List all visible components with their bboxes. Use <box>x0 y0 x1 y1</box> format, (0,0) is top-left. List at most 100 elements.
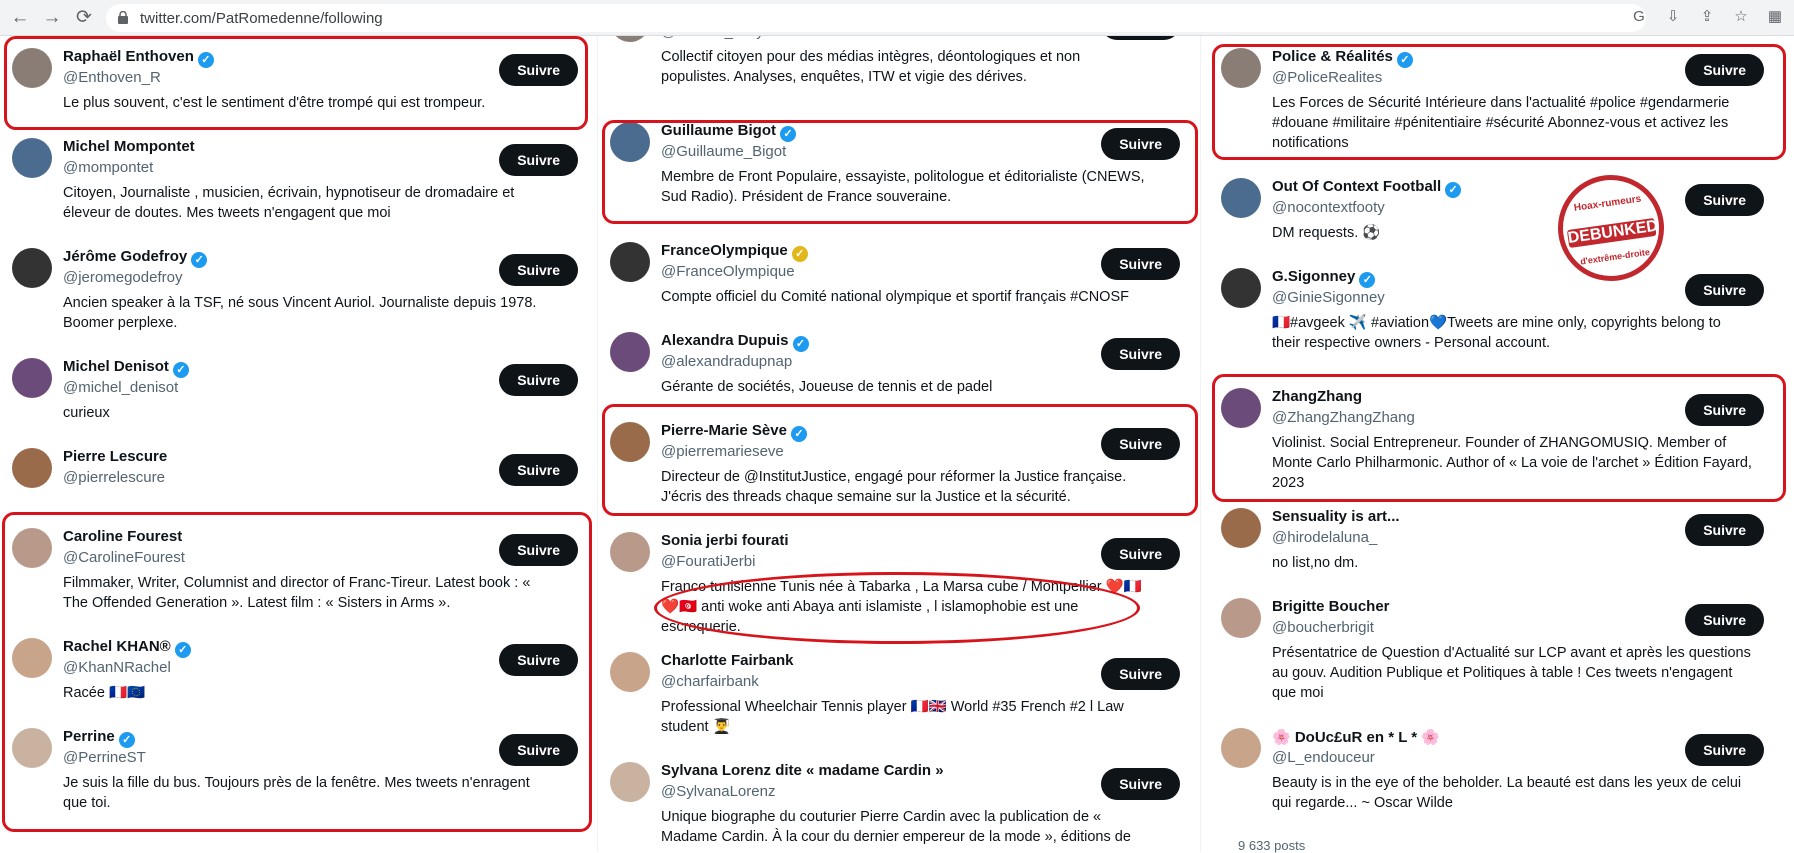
user-name[interactable]: Out Of Context Football ✓ <box>1272 178 1462 198</box>
verified-badge-icon: ✓ <box>191 252 208 268</box>
user-handle[interactable]: @jeromegodefroy <box>63 269 182 286</box>
user-name[interactable]: Pierre Lescure <box>63 448 167 465</box>
follow-button[interactable]: Suivre <box>1101 36 1180 40</box>
bio-line: Madame Cardin. À la cour du dernier empe… <box>661 829 1131 845</box>
user-handle[interactable]: @charfairbank <box>661 673 759 690</box>
user-handle[interactable]: @nocontextfooty <box>1272 199 1385 216</box>
bio-line: no list,no dm. <box>1272 555 1359 571</box>
user-handle[interactable]: @FranceOlympique <box>661 263 795 280</box>
user-name-text: Jérôme Godefroy <box>63 248 188 265</box>
user-handle[interactable]: @mompontet <box>63 159 153 176</box>
user-name[interactable]: Brigitte Boucher <box>1272 598 1390 615</box>
user-handle[interactable]: @L_endouceur <box>1272 749 1375 766</box>
avatar[interactable] <box>1221 508 1261 548</box>
user-name-text: 🌸 DoUc£uR en * L * 🌸 <box>1272 729 1440 746</box>
forward-button[interactable]: → <box>40 6 64 30</box>
highlight-box <box>602 404 1198 516</box>
bio-line: Beauty is in the eye of the beholder. La… <box>1272 775 1742 791</box>
user-name-text: Michel Mompontet <box>63 138 195 155</box>
follow-button[interactable]: Suivre <box>1685 604 1764 636</box>
user-handle[interactable]: @hirodelaluna_ <box>1272 529 1377 546</box>
back-button[interactable]: ← <box>8 6 32 30</box>
user-handle[interactable]: @michel_denisot <box>63 379 178 396</box>
download-icon[interactable]: ⇩ <box>1662 6 1684 28</box>
follow-button[interactable]: Suivre <box>499 254 578 286</box>
avatar[interactable] <box>1221 728 1261 768</box>
user-handle[interactable]: @SylvanaLorenz <box>661 783 775 800</box>
user-name[interactable]: Michel Mompontet <box>63 138 195 155</box>
user-cell[interactable]: Charlotte Fairbank @charfairbank Professio… <box>598 640 1198 750</box>
star-icon[interactable]: ☆ <box>1730 6 1752 28</box>
user-name[interactable]: Sylvana Lorenz dite « madame Cardin » <box>661 762 944 779</box>
user-bio: Unique biographe du couturier Pierre Car… <box>661 807 1131 847</box>
avatar[interactable] <box>610 652 650 692</box>
user-name[interactable]: G.Sigonney ✓ <box>1272 268 1376 288</box>
avatar[interactable] <box>610 332 650 372</box>
verified-badge-icon: ✓ <box>172 362 189 378</box>
user-bio: 🇫🇷#avgeek ✈️ #aviation💙Tweets are mine o… <box>1272 313 1721 353</box>
avatar[interactable] <box>1221 178 1261 218</box>
follow-button[interactable]: Suivre <box>1685 514 1764 546</box>
follow-button[interactable]: Suivre <box>1685 734 1764 766</box>
user-handle[interactable]: @medias_citoyens <box>661 36 788 40</box>
follow-button[interactable]: Suivre <box>1101 658 1180 690</box>
user-cell[interactable]: Michel Mompontet @mompontet Citoyen, Journ… <box>0 126 596 236</box>
follow-button[interactable]: Suivre <box>1685 274 1764 306</box>
user-handle[interactable]: @pierrelescure <box>63 469 165 486</box>
avatar[interactable] <box>12 358 52 398</box>
reload-button[interactable]: ⟳ <box>72 6 96 30</box>
avatar[interactable] <box>12 138 52 178</box>
avatar[interactable] <box>1221 598 1261 638</box>
avatar[interactable] <box>12 248 52 288</box>
user-handle[interactable]: @alexandradupnap <box>661 353 792 370</box>
stamp-top-text: Hoax-rumeurs <box>1573 193 1642 214</box>
user-name[interactable]: FranceOlympique ✓ <box>661 242 808 262</box>
avatar[interactable] <box>610 762 650 802</box>
follow-button[interactable]: Suivre <box>1685 184 1764 216</box>
follow-button[interactable]: Suivre <box>1101 248 1180 280</box>
bio-line: Présentatrice de Question d'Actualité su… <box>1272 645 1751 661</box>
bio-line: student 👨‍🎓 <box>661 719 731 735</box>
follow-button[interactable]: Suivre <box>499 454 578 486</box>
user-cell[interactable]: @medias_citoyens Collectif citoyen pour d… <box>598 36 1198 100</box>
avatar[interactable] <box>610 36 650 42</box>
user-name[interactable]: Charlotte Fairbank <box>661 652 794 669</box>
user-bio: Gérante de sociétés, Joueuse de tennis e… <box>661 377 992 397</box>
avatar[interactable] <box>1221 268 1261 308</box>
follow-button[interactable]: Suivre <box>1101 768 1180 800</box>
bio-line: Ancien speaker à la TSF, né sous Vincent… <box>63 295 537 311</box>
bio-line: DM requests. ⚽ <box>1272 225 1381 241</box>
user-handle[interactable]: @GinieSigonney <box>1272 289 1385 306</box>
user-cell[interactable]: G.Sigonney ✓ @GinieSigonney 🇫🇷#avgeek ✈️ #a… <box>1209 256 1794 366</box>
avatar[interactable] <box>610 242 650 282</box>
verified-badge-icon: ✓ <box>792 336 809 352</box>
avatar[interactable] <box>12 448 52 488</box>
user-name-text: Out Of Context Football <box>1272 178 1442 195</box>
follow-button[interactable]: Suivre <box>1101 538 1180 570</box>
user-bio: Citoyen, Journaliste , musicien, écrivai… <box>63 183 514 223</box>
bio-line: Unique biographe du couturier Pierre Car… <box>661 809 1102 825</box>
user-handle[interactable]: @boucherbrigit <box>1272 619 1374 636</box>
user-name[interactable]: Alexandra Dupuis ✓ <box>661 332 809 352</box>
bio-line: Citoyen, Journaliste , musicien, écrivai… <box>63 185 515 201</box>
user-cell[interactable]: 🌸 DoUc£uR en * L * 🌸 @L_endouceur Beauty i… <box>1209 716 1794 826</box>
bio-line: éleveur de doutes. Mes tweets n'engagent… <box>63 205 391 221</box>
user-name[interactable]: Michel Denisot ✓ <box>63 358 189 378</box>
user-cell[interactable]: Jérôme Godefroy ✓ @jeromegodefroy Ancien sp… <box>0 236 596 346</box>
google-icon[interactable]: G <box>1628 6 1650 28</box>
follow-button[interactable]: Suivre <box>499 364 578 396</box>
share-icon[interactable]: ⇪ <box>1696 6 1718 28</box>
extension-icon[interactable]: ▦ <box>1764 6 1786 28</box>
user-cell[interactable]: Sylvana Lorenz dite « madame Cardin » @Sy… <box>598 750 1198 852</box>
follow-button[interactable]: Suivre <box>499 144 578 176</box>
user-name[interactable]: 🌸 DoUc£uR en * L * 🌸 <box>1272 728 1440 746</box>
follow-button[interactable]: Suivre <box>1101 338 1180 370</box>
user-name-text: Sonia jerbi fourati <box>661 532 789 549</box>
user-cell[interactable]: Brigitte Boucher @boucherbrigit Présentatr… <box>1209 586 1794 701</box>
user-handle[interactable]: @FouratiJerbi <box>661 553 755 570</box>
highlight-box <box>1212 374 1786 502</box>
avatar[interactable] <box>610 532 650 572</box>
user-name[interactable]: Sonia jerbi fourati <box>661 532 789 549</box>
user-name[interactable]: Sensuality is art... <box>1272 508 1400 525</box>
user-name[interactable]: Jérôme Godefroy ✓ <box>63 248 208 268</box>
